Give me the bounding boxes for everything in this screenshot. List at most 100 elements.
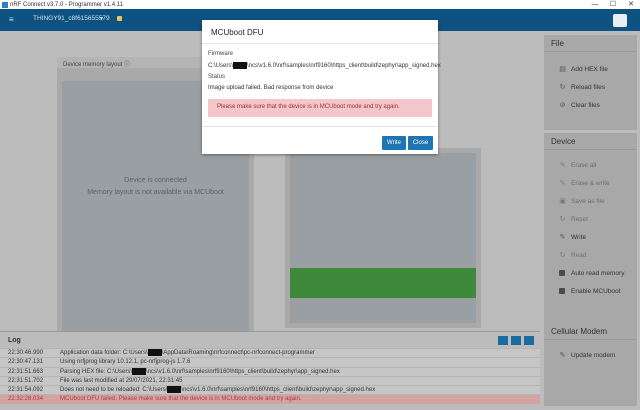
- read-icon: ↻: [559, 252, 566, 259]
- clear-files-button[interactable]: ⊘ Clear files: [544, 96, 637, 114]
- window-titlebar: nRF Connect v3.7.0 - Programmer v1.4.11 …: [0, 0, 640, 9]
- file-add-icon: ▤: [559, 66, 566, 73]
- autoscroll-icon[interactable]: [524, 336, 534, 345]
- auto-read-memory-checkbox[interactable]: Auto read memory: [544, 264, 637, 282]
- window-title: nRF Connect v3.7.0 - Programmer v1.4.11: [10, 1, 123, 8]
- log-entry: 22:31:54.092 Does not need to be reloaded…: [0, 385, 540, 395]
- erase-write-label: Erase & write: [571, 179, 610, 187]
- app-icon: [2, 1, 8, 8]
- memory-unavailable-text: Memory layout is not available via MCUbo…: [87, 189, 224, 196]
- update-modem-button[interactable]: ✎ Update modem: [544, 346, 637, 364]
- log-title: Log: [8, 337, 21, 344]
- log-entry: 22:31:51.702 File was last modified at 29…: [0, 375, 540, 386]
- mcuboot-dfu-dialog: MCUboot DFU Firmware C:\Users\ \ncs\v1.6.…: [202, 20, 441, 154]
- log-message-path: \ncs\v1.6.0\nrf\samples\nrf9160\https_cl…: [181, 387, 376, 394]
- log-timestamp: 22:32:28.034: [8, 396, 44, 403]
- reload-files-label: Reload files: [571, 83, 605, 91]
- log-entry: 22:30:47.131 Using nrfjprog library 10.12…: [0, 357, 540, 367]
- log-panel: Log 22:30:46.990 Application data folder:…: [0, 331, 540, 410]
- reset-button[interactable]: ↻ Reset: [544, 210, 637, 228]
- firmware-path-prefix: C:\Users\: [208, 63, 234, 70]
- log-message-text: Using nrfjprog library 10.12.1, pc-nrfjp…: [60, 359, 191, 366]
- log-message-text: Application data folder: C:\Users\: [60, 350, 148, 357]
- write-dfu-button[interactable]: Write: [382, 136, 406, 150]
- device-status-icon: [117, 16, 122, 21]
- dialog-footer: Write Close: [202, 126, 438, 154]
- device-memory-title: Device memory layout: [63, 62, 123, 68]
- write-icon: ✎: [559, 234, 566, 241]
- device-section: Device ✎ Erase all ✎ Erase & write ▣ Sav…: [544, 133, 637, 343]
- enable-mcuboot-checkbox[interactable]: Enable MCUboot: [544, 282, 637, 300]
- log-entry: 22:32:28.034 MCUboot DFU failed. Please m…: [0, 394, 540, 404]
- chevron-down-icon[interactable]: ▾: [100, 15, 103, 22]
- log-message-text: Does not need to be reloaded: C:\Users\: [60, 387, 168, 394]
- clear-log-icon[interactable]: [511, 336, 521, 345]
- reload-icon: ↻: [559, 84, 566, 91]
- checkbox-checked-icon: [559, 288, 565, 294]
- redacted-username: [147, 349, 162, 356]
- firmware-label: Firmware: [208, 51, 233, 57]
- status-value: Image upload failed. Bad response from d…: [208, 85, 334, 91]
- log-message-text: Parsing HEX file: C:\Users\: [60, 368, 133, 375]
- close-window-button[interactable]: ✕: [622, 0, 640, 9]
- reset-icon: ↻: [559, 216, 566, 223]
- clear-files-label: Clear files: [571, 101, 600, 109]
- redacted-username: [167, 386, 182, 394]
- firmware-path: C:\Users\ \ncs\v1.6.0\nrf\samples\nrf9160…: [208, 62, 441, 69]
- redacted-username: [132, 367, 147, 375]
- write-label: Write: [571, 233, 587, 241]
- log-message: MCUboot DFU failed. Please make sure tha…: [60, 395, 301, 404]
- checkbox-checked-icon: [559, 270, 565, 276]
- open-log-icon[interactable]: [498, 336, 508, 345]
- log-entry: 22:31:51.663 Parsing HEX file: C:\Users\ \…: [0, 366, 540, 376]
- log-toolbar: [498, 336, 534, 345]
- close-dialog-button[interactable]: Close: [408, 136, 433, 150]
- device-selector[interactable]: THINGY91_c8f615655579: [33, 15, 110, 22]
- redacted-username: [233, 62, 248, 69]
- dialog-title: MCUboot DFU: [202, 20, 438, 44]
- read-button[interactable]: ↻ Read: [544, 246, 637, 264]
- log-message-path: \AppData\Roaming\nrfconnect\pc-nrfconnec…: [161, 350, 315, 357]
- log-entry: 22:30:46.990 Application data folder: C:\…: [0, 348, 540, 358]
- save-as-file-label: Save as file: [571, 197, 605, 205]
- log-message-text: File was last modified at 29/07/2021, 22…: [60, 377, 183, 384]
- status-label: Status: [208, 74, 226, 80]
- file-memory-panel: [285, 148, 481, 328]
- erase-write-icon: ✎: [559, 180, 566, 187]
- log-entries: 22:30:46.990 Application data folder: C:\…: [0, 348, 540, 404]
- log-message-text: MCUboot DFU failed. Please make sure tha…: [60, 396, 302, 403]
- save-icon: ▣: [559, 198, 566, 205]
- firmware-path-suffix: \ncs\v1.6.0\nrf\samples\nrf9160\https_cl…: [247, 63, 441, 70]
- minimize-button[interactable]: —: [586, 0, 604, 9]
- clear-icon: ⊘: [559, 102, 566, 109]
- error-alert: Please make sure that the device is in M…: [208, 99, 432, 117]
- reset-label: Reset: [571, 215, 588, 223]
- erase-all-label: Erase all: [571, 161, 597, 169]
- erase-all-button[interactable]: ✎ Erase all: [544, 156, 637, 174]
- add-hex-file-button[interactable]: ▤ Add HEX file: [544, 60, 637, 78]
- info-icon[interactable]: ⓘ: [124, 62, 130, 68]
- file-memory-region: [290, 268, 476, 298]
- cellular-section-title: Cellular Modem: [544, 323, 637, 340]
- add-hex-file-label: Add HEX file: [571, 65, 608, 73]
- cellular-section: Cellular Modem ✎ Update modem: [544, 323, 637, 406]
- nordic-logo: [613, 14, 627, 27]
- device-section-title: Device: [544, 133, 637, 150]
- file-section-title: File: [544, 35, 637, 52]
- enable-mcuboot-label: Enable MCUboot: [571, 287, 621, 295]
- log-message-path: \ncs\v1.6.0\nrf\samples\nrf9160\https_cl…: [146, 368, 340, 375]
- sidebar: File ▤ Add HEX file ↻ Reload files ⊘ Cle…: [540, 31, 640, 410]
- reload-files-button[interactable]: ↻ Reload files: [544, 78, 637, 96]
- update-modem-label: Update modem: [571, 351, 616, 359]
- save-as-file-button[interactable]: ▣ Save as file: [544, 192, 637, 210]
- modem-icon: ✎: [559, 352, 566, 359]
- auto-read-memory-label: Auto read memory: [571, 269, 625, 277]
- maximize-button[interactable]: ☐: [604, 0, 622, 9]
- menu-icon[interactable]: ≡: [9, 15, 14, 24]
- device-connected-text: Device is connected: [124, 177, 187, 184]
- erase-write-button[interactable]: ✎ Erase & write: [544, 174, 637, 192]
- file-section: File ▤ Add HEX file ↻ Reload files ⊘ Cle…: [544, 35, 637, 130]
- read-label: Read: [571, 251, 587, 259]
- erase-icon: ✎: [559, 162, 566, 169]
- write-button[interactable]: ✎ Write: [544, 228, 637, 246]
